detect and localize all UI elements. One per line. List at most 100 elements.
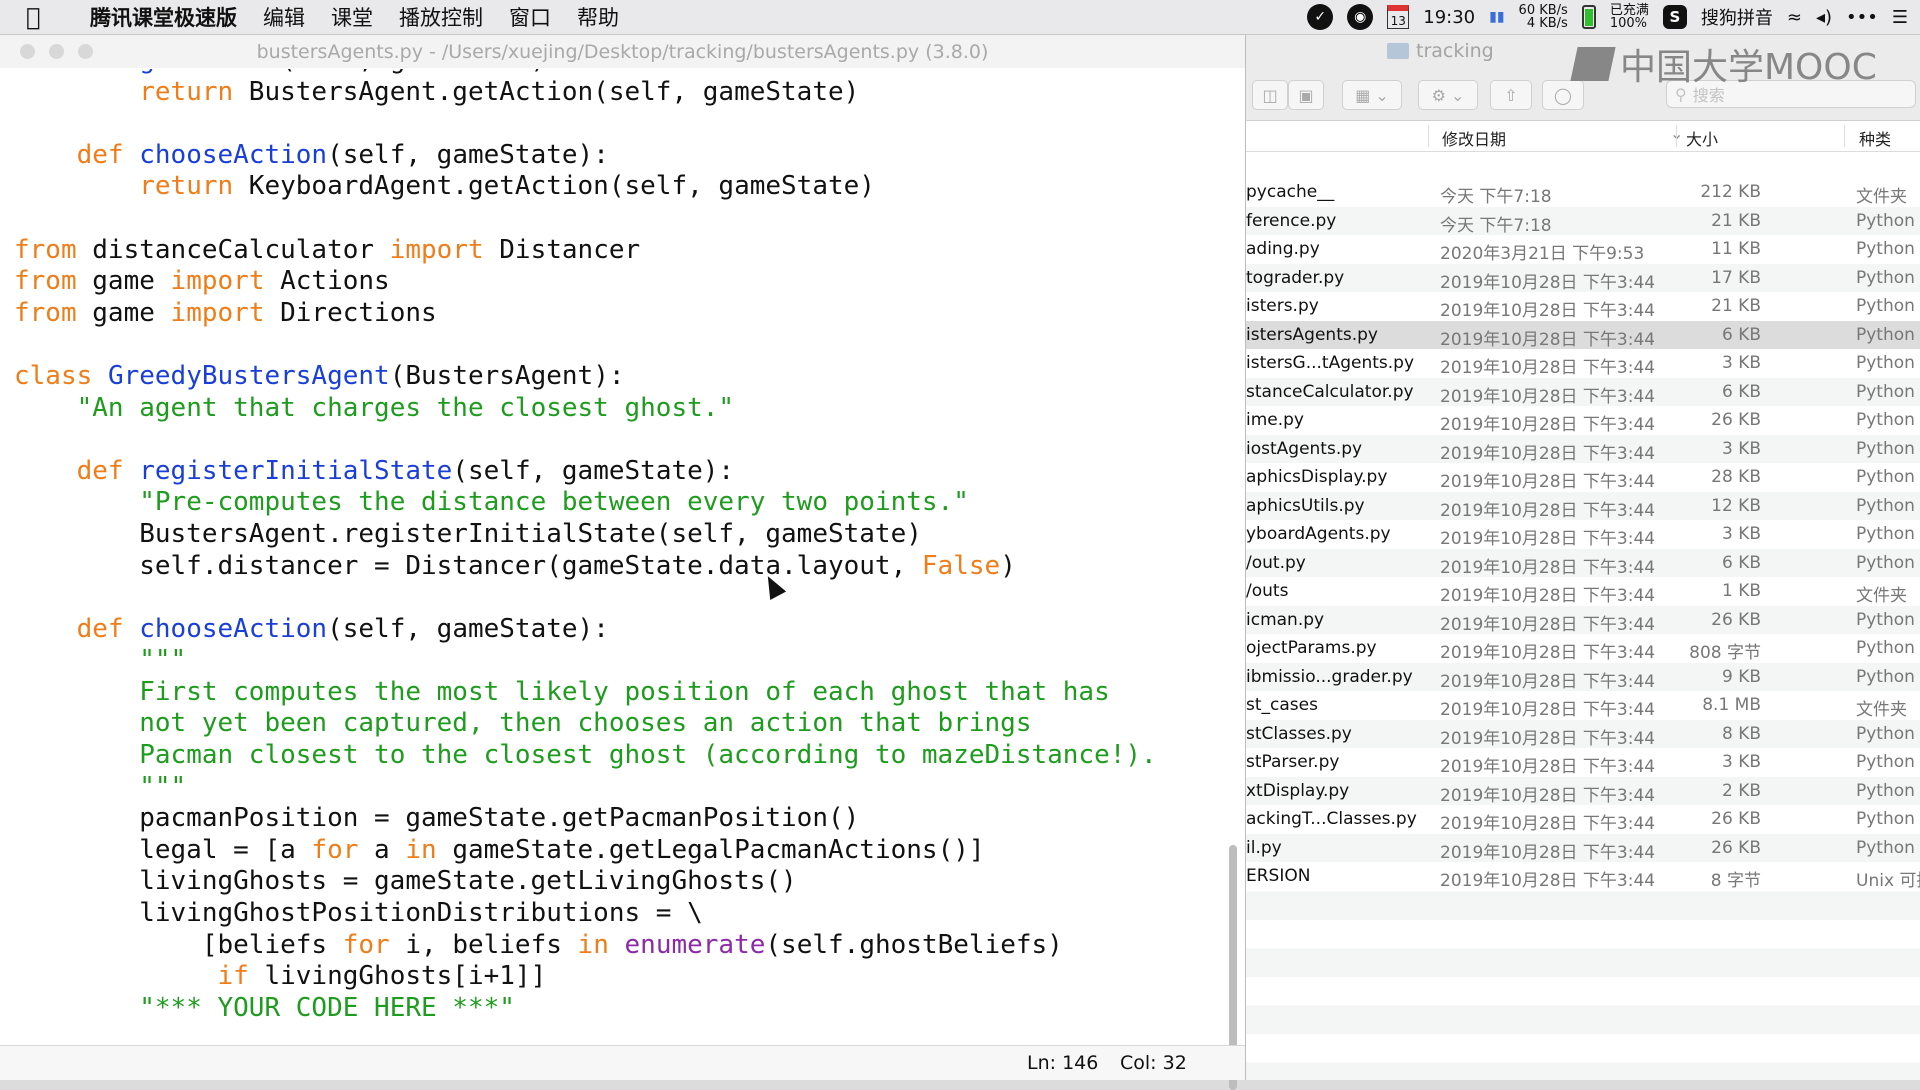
file-row[interactable]: tograder.py 2019年10月28日 下午3:44 17 KB Python <box>1246 263 1920 293</box>
wifi-icon[interactable]: ≈ <box>1787 7 1802 28</box>
minimize-button[interactable] <box>49 44 64 59</box>
code-token: (self, gameState): <box>327 139 609 170</box>
file-row[interactable]: /outs 2019年10月28日 下午3:44 1 KB 文件夹 <box>1246 577 1920 606</box>
file-row[interactable]: iostAgents.py 2019年10月28日 下午3:44 3 KB Pytho… <box>1246 434 1920 464</box>
file-row[interactable]: aphicsUtils.py 2019年10月28日 下午3:44 12 KB Pyt… <box>1246 491 1920 521</box>
file-row[interactable]: /out.py 2019年10月28日 下午3:44 6 KB Python <box>1246 548 1920 578</box>
gallery-view-icon[interactable]: ▣ <box>1288 80 1324 110</box>
file-kind: Python <box>1856 381 1915 402</box>
status-app2-icon[interactable]: ◉ <box>1347 4 1374 30</box>
apple-icon[interactable]:  <box>26 3 66 31</box>
menu-app-name[interactable]: 腾讯课堂极速版 <box>90 2 237 32</box>
file-row[interactable]: xtDisplay.py 2019年10月28日 下午3:44 2 KB Python <box>1246 776 1920 806</box>
code-line[interactable]: self.distancer = Distancer(gameState.dat… <box>14 551 1157 583</box>
file-row[interactable]: ference.py 今天 下午7:18 21 KB Python <box>1246 206 1920 236</box>
menu-playback[interactable]: 播放控制 <box>399 2 483 32</box>
list-icon[interactable]: ☰ <box>1892 7 1908 28</box>
file-row[interactable]: il.py 2019年10月28日 下午3:44 26 KB Python <box>1246 833 1920 863</box>
file-row[interactable]: ibmissio...grader.py 2019年10月28日 下午3:44 9 … <box>1246 662 1920 692</box>
code-line[interactable]: from distanceCalculator import Distancer <box>14 235 1157 267</box>
code-line[interactable]: """ <box>14 772 1157 804</box>
ime-icon[interactable]: S <box>1662 5 1687 29</box>
ime-label[interactable]: 搜狗拼音 <box>1701 4 1773 30</box>
code-line[interactable] <box>14 424 1157 456</box>
file-row[interactable]: ime.py 2019年10月28日 下午3:44 26 KB Python <box>1246 406 1920 435</box>
code-area[interactable]: def getAction(self, gameState): return B… <box>14 69 1215 1040</box>
columns-view-icon[interactable]: ◫ <box>1252 80 1288 110</box>
file-size: 3 KB <box>1721 353 1761 373</box>
menu-help[interactable]: 帮助 <box>577 2 619 32</box>
code-line[interactable]: def getAction(self, gameState): <box>14 69 1157 77</box>
code-line[interactable]: def chooseAction(self, gameState): <box>14 614 1157 646</box>
code-token: Actions <box>264 266 390 297</box>
menu-classroom[interactable]: 课堂 <box>331 2 373 32</box>
code-line[interactable]: Pacman closest to the closest ghost (acc… <box>14 740 1156 772</box>
code-line[interactable]: """ <box>14 645 1157 677</box>
file-row[interactable]: ojectParams.py 2019年10月28日 下午3:44 808 字节 Py… <box>1246 634 1920 663</box>
file-kind: 文件夹 <box>1856 586 1907 606</box>
file-row[interactable]: yboardAgents.py 2019年10月28日 下午3:44 3 KB Pyt… <box>1246 520 1920 549</box>
code-line[interactable] <box>14 582 1157 614</box>
code-line[interactable]: return BustersAgent.getAction(self, game… <box>14 77 1157 109</box>
group-icon[interactable]: ▦ ⌄ <box>1342 80 1402 110</box>
file-row[interactable]: aphicsDisplay.py 2019年10月28日 下午3:44 28 KB P… <box>1246 463 1920 492</box>
code-line[interactable]: "Pre-computes the distance between every… <box>14 487 1157 519</box>
code-line[interactable]: [beliefs for i, beliefs in enumerate(sel… <box>14 930 1157 962</box>
file-row[interactable]: istersG...tAgents.py 2019年10月28日 下午3:44 3 … <box>1246 349 1920 378</box>
code-line[interactable]: "*** YOUR CODE HERE ***" <box>14 993 1157 1025</box>
code-line[interactable]: from game import Actions <box>14 266 1157 298</box>
column-kind[interactable]: 种类 <box>1859 126 1891 150</box>
code-line[interactable]: First computes the most likely position … <box>14 677 1157 709</box>
volume-icon[interactable]: ◂) <box>1816 7 1832 28</box>
file-row[interactable]: stanceCalculator.py 2019年10月28日 下午3:44 6 K… <box>1246 377 1920 407</box>
code-line[interactable]: not yet been captured, then chooses an a… <box>14 708 1157 740</box>
battery-icon[interactable] <box>1581 5 1596 29</box>
file-row[interactable]: isters.py 2019年10月28日 下午3:44 21 KB Python <box>1246 292 1920 321</box>
code-line[interactable]: class GreedyBustersAgent(BustersAgent): <box>14 361 1157 393</box>
code-line[interactable]: livingGhostPositionDistributions = \ <box>14 898 1157 930</box>
code-line[interactable]: "An agent that charges the closest ghost… <box>14 393 1157 425</box>
code-line[interactable]: legal = [a for a in gameState.getLegalPa… <box>14 835 1157 867</box>
clock-time[interactable]: 19:30 <box>1423 7 1475 28</box>
file-row[interactable]: ading.py 2020年3月21日 下午9:53 11 KB Python <box>1246 235 1920 264</box>
more-icon[interactable]: ••• <box>1846 7 1878 28</box>
tag-icon[interactable]: ◯ <box>1542 80 1584 110</box>
code-token: for <box>342 929 390 960</box>
net-speed[interactable]: 60 KB/s 4 KB/s <box>1519 4 1568 30</box>
file-row[interactable]: stClasses.py 2019年10月28日 下午3:44 8 KB Python <box>1246 719 1920 749</box>
calendar-icon[interactable]: 13 <box>1387 5 1410 29</box>
code-line[interactable] <box>14 108 1157 140</box>
code-line[interactable]: livingGhosts = gameState.getLivingGhosts… <box>14 866 1157 898</box>
column-size[interactable]: 大小 <box>1686 126 1718 150</box>
file-row[interactable]: stParser.py 2019年10月28日 下午3:44 3 KB Python <box>1246 748 1920 777</box>
code-line[interactable] <box>14 203 1157 235</box>
code-line[interactable]: from game import Directions <box>14 298 1157 330</box>
file-row[interactable]: ackingT...Classes.py 2019年10月28日 下午3:44 26… <box>1246 805 1920 834</box>
file-row[interactable]: istersAgents.py 2019年10月28日 下午3:44 6 KB Pyt… <box>1246 320 1920 350</box>
code-line[interactable]: BustersAgent.registerInitialState(self, … <box>14 519 1157 551</box>
file-row[interactable]: ERSION 2019年10月28日 下午3:44 8 字节 Unix 可执 <box>1246 862 1920 891</box>
share-icon[interactable]: ⇧ <box>1490 80 1532 110</box>
code-line[interactable]: def registerInitialState(self, gameState… <box>14 456 1157 488</box>
menu-window[interactable]: 窗口 <box>509 2 551 32</box>
editor-titlebar[interactable]: bustersAgents.py - /Users/xuejing/Deskto… <box>0 35 1245 68</box>
close-button[interactable] <box>20 44 35 59</box>
column-date[interactable]: 修改日期 <box>1442 126 1506 150</box>
file-kind: Python <box>1856 666 1915 687</box>
file-row[interactable]: st_cases 2019年10月28日 下午3:44 8.1 MB 文件夹 <box>1246 691 1920 720</box>
gear-icon[interactable]: ⚙ ⌄ <box>1418 80 1478 110</box>
code-line[interactable]: pacmanPosition = gameState.getPacmanPosi… <box>14 803 1157 835</box>
file-size: 1 KB <box>1721 581 1761 601</box>
status-app-icon[interactable]: ✓ <box>1307 4 1334 30</box>
code-line[interactable]: return KeyboardAgent.getAction(self, gam… <box>14 171 1157 203</box>
code-line[interactable]: def chooseAction(self, gameState): <box>14 140 1157 172</box>
file-row[interactable]: pycache__ 今天 下午7:18 212 KB 文件夹 <box>1246 178 1920 207</box>
code-line[interactable] <box>14 329 1157 361</box>
zoom-button[interactable] <box>78 44 93 59</box>
file-row[interactable]: icman.py 2019年10月28日 下午3:44 26 KB Python <box>1246 605 1920 635</box>
file-kind: Python <box>1856 467 1915 487</box>
menu-edit[interactable]: 编辑 <box>263 2 305 32</box>
code-line[interactable]: if livingGhosts[i+1]] <box>14 961 1157 993</box>
